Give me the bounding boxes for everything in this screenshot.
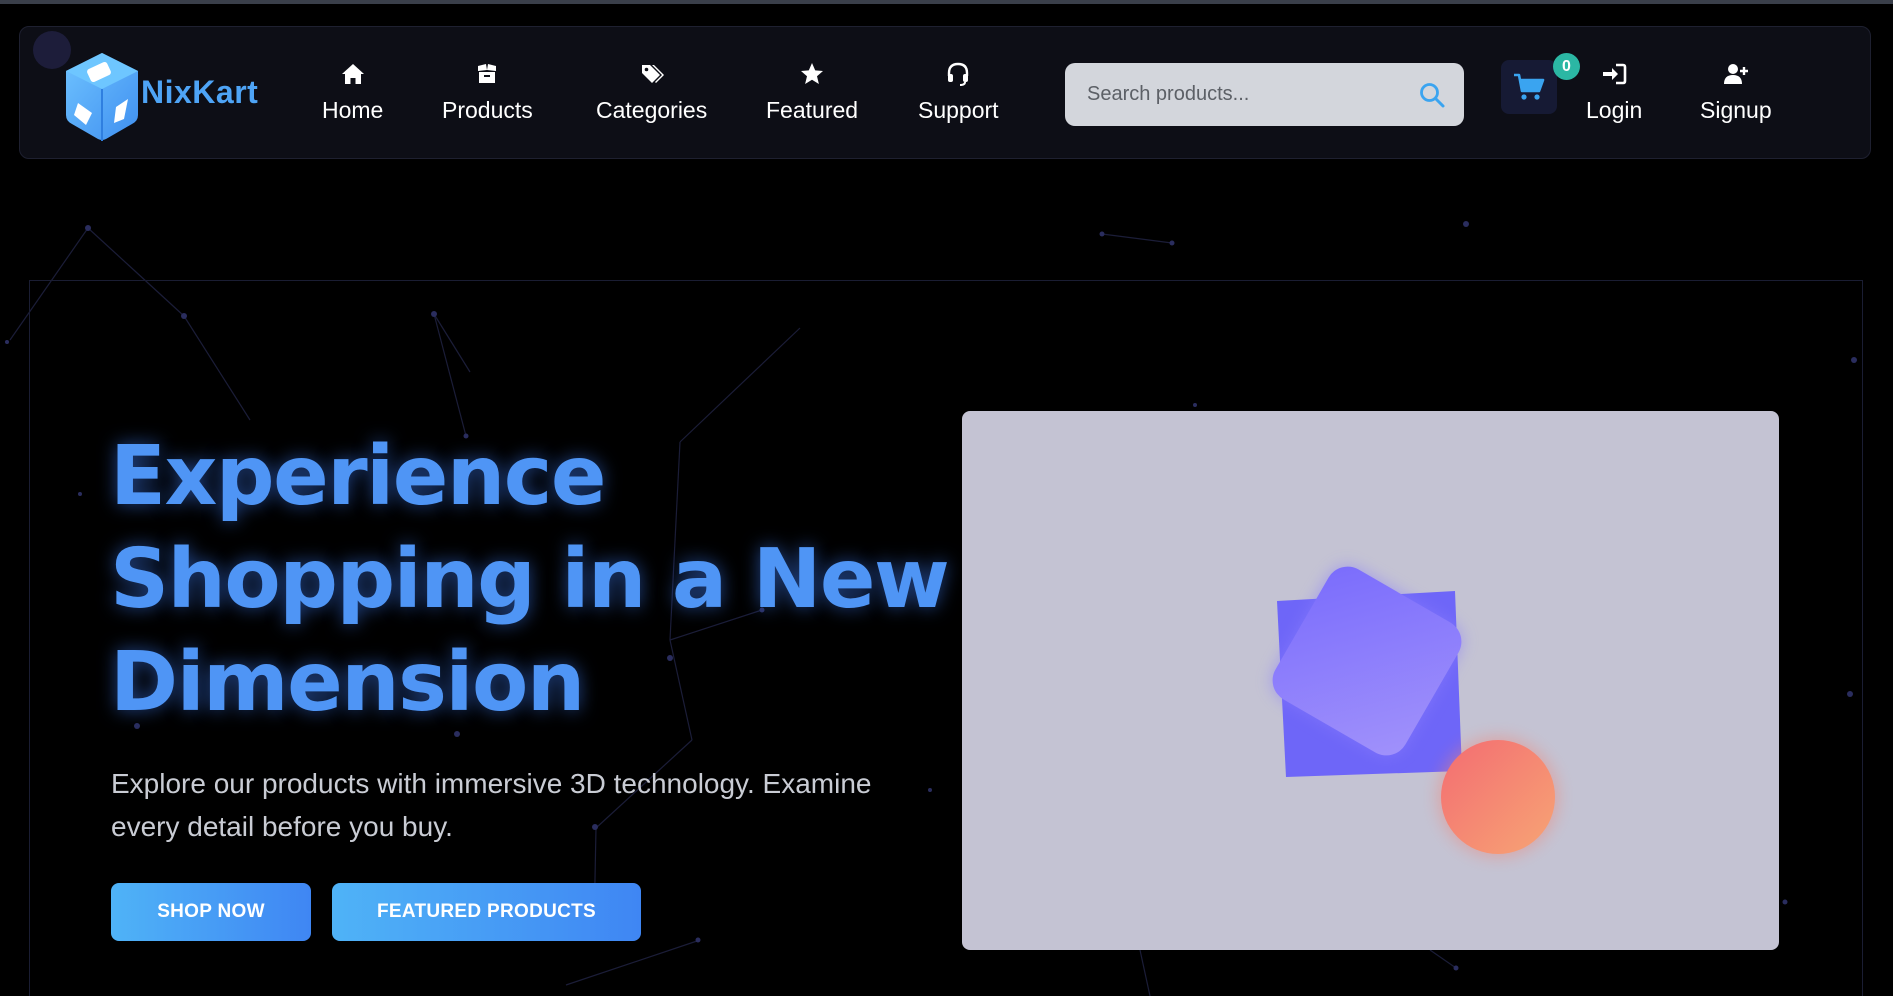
hero-title: Experience Shopping in a New Dimension [110,429,950,730]
top-navbar: NixKart Home Products Categories Feature… [19,26,1871,159]
featured-products-button[interactable]: FEATURED PRODUCTS [332,883,641,941]
nav-item-home[interactable]: Home [322,61,383,131]
tags-icon [641,65,664,83]
nav-label-support: Support [918,97,999,123]
login-link[interactable]: Login [1586,61,1642,131]
headset-icon [948,62,969,86]
sign-in-icon [1603,63,1627,85]
login-label: Login [1586,97,1643,123]
box-icon [478,64,497,83]
hero-subtitle: Explore our products with immersive 3D t… [111,768,872,842]
cube-logo-icon[interactable] [58,49,146,145]
home-icon [341,64,364,84]
nav-item-categories[interactable]: Categories [596,61,707,131]
nav-item-products[interactable]: Products [442,61,533,131]
cart-icon [1514,73,1545,100]
brand-name[interactable]: NixKart [141,74,258,111]
nav-item-featured[interactable]: Featured [766,61,858,131]
search-bar [1065,63,1464,126]
nav-label-categories: Categories [596,97,708,123]
cart-button[interactable] [1501,60,1557,114]
star-icon [801,63,824,84]
shop-now-button[interactable]: SHOP NOW [111,883,311,941]
search-icon[interactable] [1418,81,1446,109]
user-plus-icon [1723,64,1748,84]
nav-label-featured: Featured [766,97,859,123]
signup-label: Signup [1700,97,1772,123]
search-input[interactable] [1065,63,1405,126]
hero-3d-viewer[interactable] [962,411,1779,950]
signup-link[interactable]: Signup [1700,61,1772,131]
3d-shapes-illustration [1272,566,1558,857]
cart-count-badge: 0 [1553,53,1580,80]
nav-label-home: Home [322,97,384,123]
nav-label-products: Products [442,97,533,123]
nav-item-support[interactable]: Support [918,61,999,131]
